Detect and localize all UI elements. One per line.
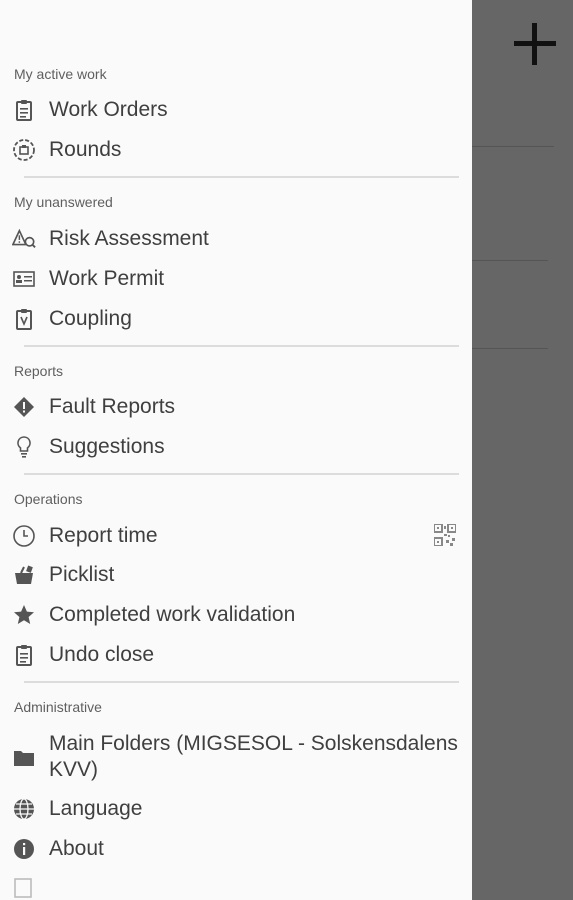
clipboard-icon	[12, 98, 36, 122]
add-button[interactable]	[507, 16, 563, 72]
risk-assessment-icon	[12, 227, 36, 251]
nav-item-label: Rounds	[49, 138, 122, 161]
coupling-icon	[12, 307, 36, 331]
star-icon	[12, 603, 36, 627]
nav-item-partial[interactable]	[0, 872, 472, 900]
nav-item-about[interactable]: About	[0, 831, 472, 867]
qr-code-icon[interactable]	[433, 523, 457, 547]
work-permit-icon	[12, 267, 36, 291]
nav-item-rounds[interactable]: Rounds	[0, 132, 472, 168]
rounds-icon	[12, 138, 36, 162]
nav-item-completed-work-validation[interactable]: Completed work validation	[0, 597, 472, 633]
section-divider	[24, 473, 459, 475]
nav-item-report-time[interactable]: Report time	[0, 518, 472, 554]
nav-item-label: Language	[49, 797, 143, 820]
nav-item-risk-assessment[interactable]: Risk Assessment	[0, 221, 472, 257]
nav-item-work-permit[interactable]: Work Permit	[0, 261, 472, 297]
nav-item-language[interactable]: Language	[0, 791, 472, 827]
nav-item-coupling[interactable]: Coupling	[0, 301, 472, 337]
nav-item-label: Main Folders (MIGSESOL - Solskensdalens …	[49, 732, 458, 781]
nav-item-label: Suggestions	[49, 435, 165, 458]
clock-icon	[12, 524, 36, 548]
nav-item-suggestions[interactable]: Suggestions	[0, 429, 472, 465]
partial-icon	[12, 876, 36, 900]
nav-item-label: Fault Reports	[49, 395, 176, 418]
nav-item-label: Coupling	[49, 307, 132, 330]
plus-icon	[514, 23, 556, 65]
section-divider	[24, 176, 459, 178]
section-divider	[24, 345, 459, 347]
nav-item-work-orders[interactable]: Work Orders	[0, 92, 472, 128]
globe-icon	[12, 797, 36, 821]
nav-item-label: Report time	[49, 524, 158, 547]
nav-item-undo-close[interactable]: Undo close	[0, 637, 472, 673]
nav-item-label: Work Permit	[49, 267, 165, 290]
info-icon	[12, 837, 36, 861]
section-header-active-work: My active work	[14, 66, 107, 82]
background-divider	[472, 348, 548, 349]
nav-item-picklist[interactable]: Picklist	[0, 557, 472, 593]
clipboard-icon	[12, 643, 36, 667]
nav-item-label: Work Orders	[49, 98, 168, 121]
background-divider	[472, 146, 554, 147]
nav-item-label: About	[49, 837, 104, 860]
lightbulb-icon	[12, 435, 36, 459]
section-header-reports: Reports	[14, 363, 64, 379]
nav-item-label: Risk Assessment	[49, 227, 209, 250]
basket-icon	[12, 563, 36, 587]
section-header-administrative: Administrative	[14, 699, 102, 715]
nav-item-fault-reports[interactable]: Fault Reports	[0, 389, 472, 425]
nav-item-label: Picklist	[49, 563, 115, 586]
section-divider	[24, 681, 459, 683]
folder-icon	[12, 746, 36, 770]
section-header-unanswered: My unanswered	[14, 194, 113, 210]
background-divider	[472, 260, 548, 261]
navigation-drawer: My active work Work Orders Rounds My una…	[0, 0, 472, 900]
nav-item-main-folders[interactable]: Main Folders (MIGSESOL - Solskensdalens …	[0, 730, 472, 786]
fault-report-icon	[12, 395, 36, 419]
nav-item-label: Undo close	[49, 643, 155, 666]
section-header-operations: Operations	[14, 491, 83, 507]
nav-item-label: Completed work validation	[49, 603, 296, 626]
